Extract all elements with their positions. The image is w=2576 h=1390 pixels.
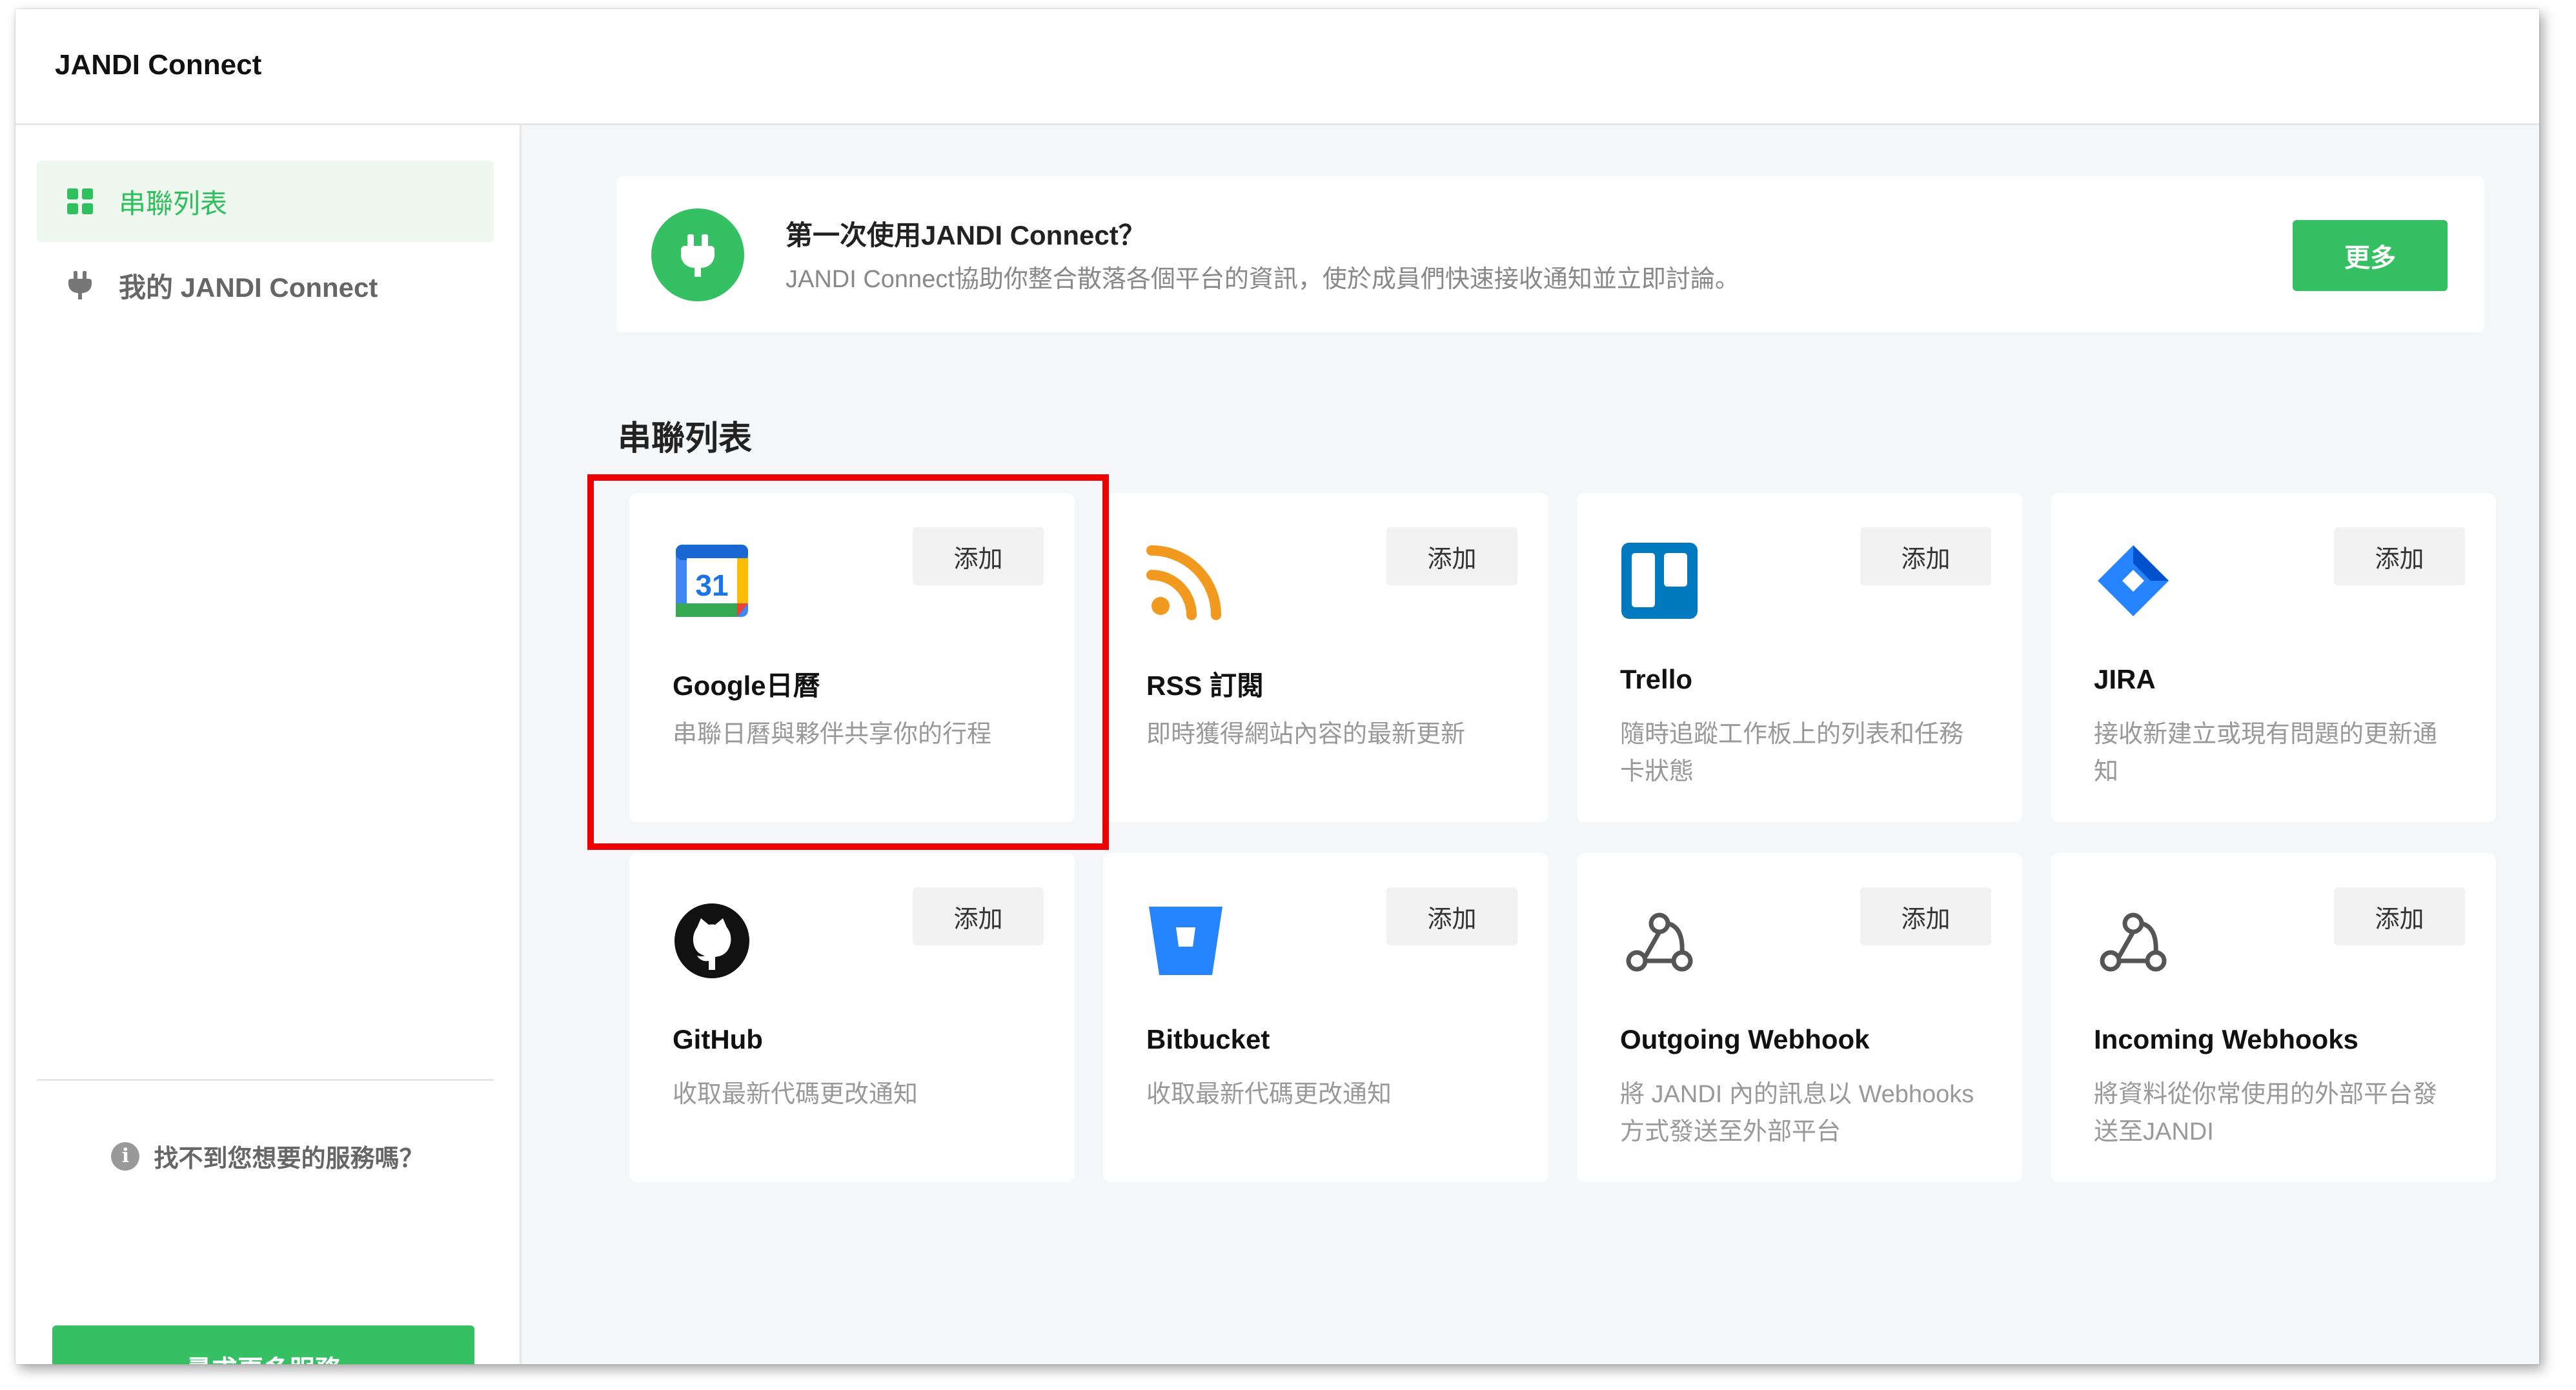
add-button[interactable]: 添加 <box>2334 527 2465 585</box>
sidebar-item-integration-list[interactable]: 串聯列表 <box>37 161 494 242</box>
jira-icon <box>2098 545 2169 616</box>
request-more-services-button[interactable]: 尋求更多服務 <box>52 1325 474 1364</box>
connector-name: Trello <box>1620 664 1693 694</box>
connector-description: 接收新建立或現有問題的更新通知 <box>2094 721 2438 785</box>
add-button[interactable]: 添加 <box>2334 887 2465 945</box>
sidebar-divider <box>37 1079 494 1081</box>
connector-card-rss[interactable]: 添加 RSS 訂閱 即時獲得網站內容的最新更新 <box>1103 493 1548 822</box>
connector-name: Bitbucket <box>1146 1024 1270 1054</box>
add-button[interactable]: 添加 <box>1386 527 1517 585</box>
sidebar-item-label: 串聯列表 <box>119 188 228 219</box>
rss-icon <box>1146 545 1221 620</box>
connector-description: 將資料從你常使用的外部平台發送至JANDI <box>2094 1081 2438 1145</box>
info-icon: i <box>111 1142 140 1171</box>
connector-card-jira[interactable]: 添加 JIRA 接收新建立或現有問題的更新通知 <box>2051 493 2496 822</box>
add-button[interactable]: 添加 <box>1860 887 1991 945</box>
connector-description: 即時獲得網站內容的最新更新 <box>1146 721 1466 748</box>
svg-text:31: 31 <box>695 569 728 602</box>
plug-icon <box>66 271 94 299</box>
add-button[interactable]: 添加 <box>1386 887 1517 945</box>
webhook-icon <box>1626 912 1693 972</box>
connector-card-bitbucket[interactable]: 添加 Bitbucket 收取最新代碼更改通知 <box>1103 853 1548 1182</box>
sidebar: 串聯列表 我的 JANDI Connect i 找不到您想要的服務嗎？ 尋求更多… <box>15 125 522 1364</box>
add-button[interactable]: 添加 <box>913 527 1044 585</box>
add-button[interactable]: 添加 <box>1860 527 1991 585</box>
github-icon <box>674 903 749 978</box>
connector-card-outgoing-webhook[interactable]: 添加 Outgoing Webhook 將 JANDI 內的訊息以 Webhoo… <box>1577 853 2022 1182</box>
connector-name: RSS 訂閱 <box>1146 670 1264 701</box>
connector-name: JIRA <box>2094 664 2156 694</box>
banner-description: JANDI Connect協助你整合散落各個平台的資訊，使於成員們快速接收通知並… <box>786 266 1739 293</box>
help-link[interactable]: i 找不到您想要的服務嗎？ <box>15 1138 520 1174</box>
more-button[interactable]: 更多 <box>2293 220 2448 291</box>
section-title: 串聯列表 <box>618 420 753 458</box>
connector-name: Google日曆 <box>673 670 820 701</box>
connector-description: 隨時追蹤工作板上的列表和任務卡狀態 <box>1620 721 1964 785</box>
plug-icon <box>651 208 744 301</box>
connector-description: 收取最新代碼更改通知 <box>1146 1081 1392 1108</box>
sidebar-item-my-connect[interactable]: 我的 JANDI Connect <box>37 245 494 326</box>
app-window: JANDI Connect 串聯列表 我的 JANDI Connect i 找不… <box>15 9 2539 1364</box>
main-content: 第一次使用JANDI Connect？ JANDI Connect協助你整合散落… <box>522 125 2539 1364</box>
help-text: 找不到您想要的服務嗎？ <box>154 1145 424 1173</box>
webhook-icon <box>2100 912 2167 972</box>
top-bar: JANDI Connect <box>15 9 2539 125</box>
connector-card-google-calendar[interactable]: 添加 31 Google日曆 串聯日曆與夥伴共享你的行程 <box>629 493 1075 822</box>
connector-name: Incoming Webhooks <box>2094 1024 2358 1054</box>
google-calendar-icon: 31 <box>676 545 748 617</box>
connector-description: 串聯日曆與夥伴共享你的行程 <box>673 721 992 748</box>
grid-icon <box>66 187 94 216</box>
sidebar-item-label: 我的 JANDI Connect <box>119 272 378 303</box>
bitbucket-icon <box>1149 907 1222 975</box>
connector-name: Outgoing Webhook <box>1620 1024 1870 1054</box>
app-title: JANDI Connect <box>55 49 262 81</box>
connector-card-incoming-webhooks[interactable]: 添加 Incoming Webhooks 將資料從你常使用的外部平台發送至JAN… <box>2051 853 2496 1182</box>
intro-banner: 第一次使用JANDI Connect？ JANDI Connect協助你整合散落… <box>616 176 2484 332</box>
connector-card-trello[interactable]: 添加 Trello 隨時追蹤工作板上的列表和任務卡狀態 <box>1577 493 2022 822</box>
connector-name: GitHub <box>673 1024 763 1054</box>
connector-description: 將 JANDI 內的訊息以 Webhooks 方式發送至外部平台 <box>1620 1081 1974 1145</box>
banner-title: 第一次使用JANDI Connect？ <box>786 220 1146 250</box>
connector-card-github[interactable]: 添加 GitHub 收取最新代碼更改通知 <box>629 853 1075 1182</box>
trello-icon <box>1621 543 1698 619</box>
add-button[interactable]: 添加 <box>913 887 1044 945</box>
connector-description: 收取最新代碼更改通知 <box>673 1081 918 1108</box>
